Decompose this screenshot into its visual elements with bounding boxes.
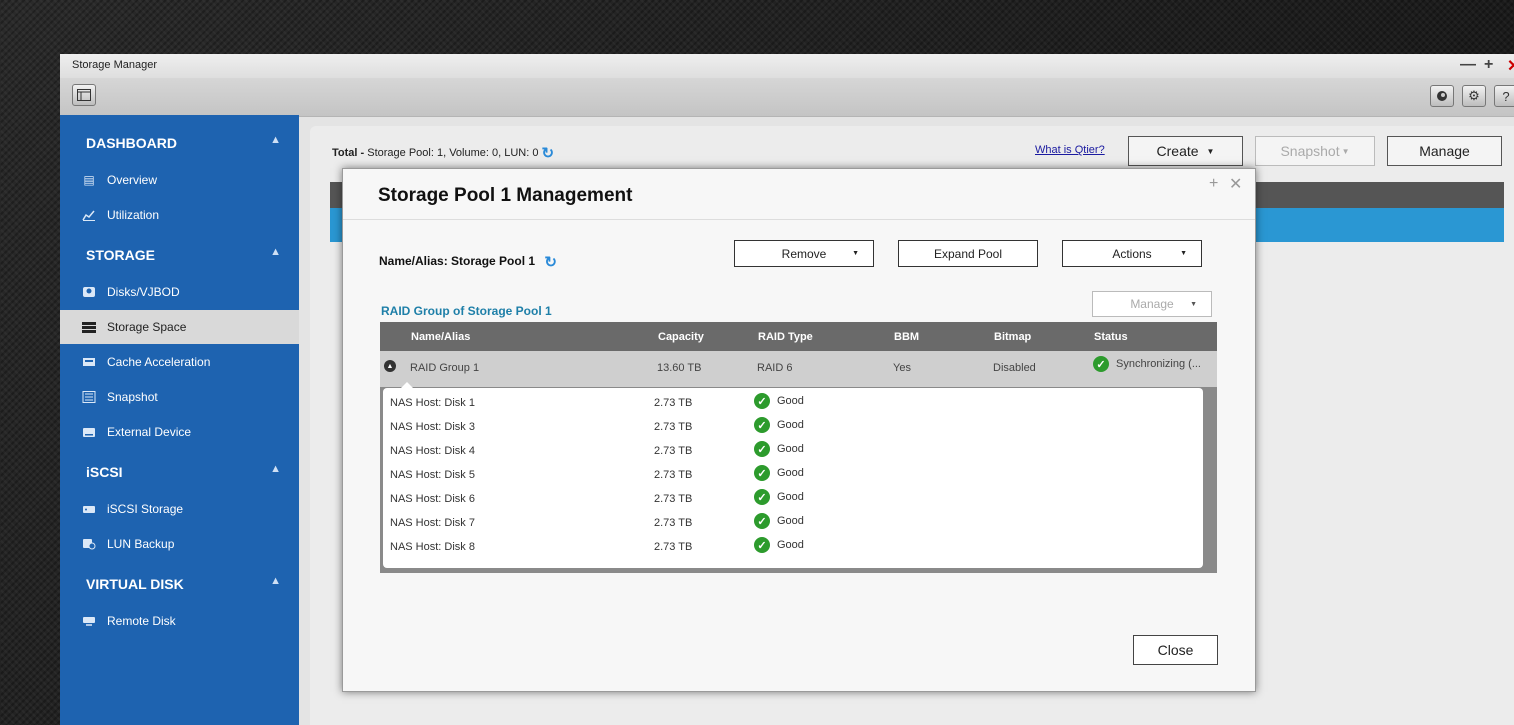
list-item[interactable]: NAS Host: Disk 1 2.73 TB ✓ Good bbox=[383, 392, 1203, 416]
disk-name: NAS Host: Disk 1 bbox=[390, 397, 475, 409]
list-item[interactable]: NAS Host: Disk 8 2.73 TB ✓ Good bbox=[383, 536, 1203, 560]
modal-overlay: Storage Pool 1 Management + ✕ Name/Alias… bbox=[0, 0, 1514, 725]
remove-button[interactable]: Remove ▼ bbox=[734, 240, 874, 267]
check-icon: ✓ bbox=[754, 417, 770, 433]
list-item[interactable]: NAS Host: Disk 3 2.73 TB ✓ Good bbox=[383, 416, 1203, 440]
disk-status: ✓ Good bbox=[754, 441, 804, 457]
status-text: Good bbox=[777, 395, 804, 407]
manage-label: Manage bbox=[1130, 297, 1174, 311]
collapse-icon[interactable]: ▲ bbox=[384, 360, 396, 372]
column-header[interactable]: RAID Type bbox=[758, 331, 813, 343]
check-icon: ✓ bbox=[754, 441, 770, 457]
divider bbox=[343, 219, 1255, 220]
disk-name: NAS Host: Disk 7 bbox=[390, 517, 475, 529]
bbm-value: Yes bbox=[893, 362, 911, 374]
status-text: Good bbox=[777, 515, 804, 527]
table-header: Name/Alias Capacity RAID Type BBM Bitmap… bbox=[380, 322, 1217, 351]
dialog-title: Storage Pool 1 Management bbox=[378, 185, 633, 206]
actions-button[interactable]: Actions ▼ bbox=[1062, 240, 1202, 267]
disk-status: ✓ Good bbox=[754, 513, 804, 529]
disk-capacity: 2.73 TB bbox=[654, 469, 693, 481]
raid-group-table: Name/Alias Capacity RAID Type BBM Bitmap… bbox=[380, 322, 1217, 573]
disk-status: ✓ Good bbox=[754, 537, 804, 553]
column-header[interactable]: Capacity bbox=[658, 331, 704, 343]
caret-down-icon: ▼ bbox=[852, 250, 859, 257]
list-item[interactable]: NAS Host: Disk 4 2.73 TB ✓ Good bbox=[383, 440, 1203, 464]
column-header[interactable]: BBM bbox=[894, 331, 919, 343]
list-item[interactable]: NAS Host: Disk 5 2.73 TB ✓ Good bbox=[383, 464, 1203, 488]
disk-capacity: 2.73 TB bbox=[654, 421, 693, 433]
name-alias-text: Name/Alias: Storage Pool 1 bbox=[379, 254, 536, 269]
disk-capacity: 2.73 TB bbox=[654, 397, 693, 409]
raid-manage-button[interactable]: Manage ▼ bbox=[1092, 291, 1212, 317]
status-text: Good bbox=[777, 419, 804, 431]
disk-capacity: 2.73 TB bbox=[654, 517, 693, 529]
status-text: Good bbox=[777, 491, 804, 503]
check-icon: ✓ bbox=[1093, 356, 1109, 372]
raid-type: RAID 6 bbox=[757, 362, 793, 374]
close-dialog-icon[interactable]: ✕ bbox=[1229, 174, 1242, 194]
check-icon: ✓ bbox=[754, 393, 770, 409]
close-button[interactable]: Close bbox=[1133, 635, 1218, 665]
storage-pool-management-dialog: Storage Pool 1 Management + ✕ Name/Alias… bbox=[342, 168, 1256, 692]
list-item[interactable]: NAS Host: Disk 7 2.73 TB ✓ Good bbox=[383, 512, 1203, 536]
caret-down-icon: ▼ bbox=[1180, 250, 1187, 257]
disk-capacity: 2.73 TB bbox=[654, 541, 693, 553]
refresh-icon[interactable]: ↻ bbox=[544, 253, 557, 271]
caret-down-icon: ▼ bbox=[1190, 300, 1197, 308]
status-text: Good bbox=[777, 443, 804, 455]
status-text: Synchronizing (... bbox=[1116, 358, 1201, 370]
check-icon: ✓ bbox=[754, 489, 770, 505]
check-icon: ✓ bbox=[754, 537, 770, 553]
disk-status: ✓ Good bbox=[754, 393, 804, 409]
disk-capacity: 2.73 TB bbox=[654, 493, 693, 505]
disk-status: ✓ Good bbox=[754, 489, 804, 505]
disk-name: NAS Host: Disk 8 bbox=[390, 541, 475, 553]
remove-label: Remove bbox=[781, 246, 827, 261]
disk-status: ✓ Good bbox=[754, 417, 804, 433]
actions-label: Actions bbox=[1112, 246, 1152, 261]
disk-capacity: 2.73 TB bbox=[654, 445, 693, 457]
expand-pool-button[interactable]: Expand Pool bbox=[898, 240, 1038, 267]
bitmap-value: Disabled bbox=[993, 362, 1036, 374]
status-text: Good bbox=[777, 467, 804, 479]
disk-name: NAS Host: Disk 3 bbox=[390, 421, 475, 433]
table-row[interactable]: ▲ RAID Group 1 13.60 TB RAID 6 Yes Disab… bbox=[380, 351, 1217, 387]
disk-status: ✓ Good bbox=[754, 465, 804, 481]
raid-group-capacity: 13.60 TB bbox=[657, 362, 702, 374]
check-icon: ✓ bbox=[754, 465, 770, 481]
list-item[interactable]: NAS Host: Disk 6 2.73 TB ✓ Good bbox=[383, 488, 1203, 512]
column-header[interactable]: Bitmap bbox=[994, 331, 1031, 343]
maximize-dialog-icon[interactable]: + bbox=[1209, 175, 1218, 193]
disk-list-panel: NAS Host: Disk 1 2.73 TB ✓ Good NAS Host:… bbox=[383, 388, 1203, 568]
column-header[interactable]: Status bbox=[1094, 331, 1128, 343]
disk-name: NAS Host: Disk 6 bbox=[390, 493, 475, 505]
name-alias: Name/Alias: Storage Pool 1 ↻ bbox=[379, 253, 557, 271]
disk-name: NAS Host: Disk 4 bbox=[390, 445, 475, 457]
raid-group-title: RAID Group of Storage Pool 1 bbox=[381, 304, 552, 318]
raid-group-name: RAID Group 1 bbox=[410, 362, 480, 374]
check-icon: ✓ bbox=[754, 513, 770, 529]
disk-name: NAS Host: Disk 5 bbox=[390, 469, 475, 481]
expand-pool-label: Expand Pool bbox=[933, 246, 1003, 261]
raid-status: ✓ Synchronizing (... bbox=[1093, 356, 1201, 372]
column-header[interactable]: Name/Alias bbox=[411, 331, 470, 343]
status-text: Good bbox=[777, 539, 804, 551]
